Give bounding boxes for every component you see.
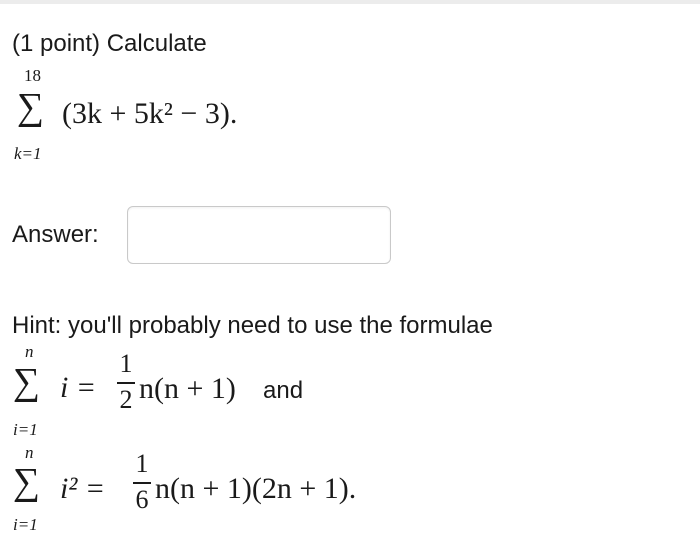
formula2-upper-limit: n bbox=[25, 443, 34, 462]
formula1-sigma-symbol: ∑ bbox=[13, 361, 41, 403]
problem-prefix: (1 point) Calculate bbox=[12, 30, 207, 57]
formula1-lhs: i = bbox=[60, 371, 97, 404]
formula2-rhs: n(n + 1)(2n + 1). bbox=[155, 472, 357, 505]
formula2-fraction-bar bbox=[133, 482, 151, 484]
formula1-connector: and bbox=[263, 377, 304, 404]
answer-label: Answer: bbox=[12, 221, 99, 248]
formula2-fraction-numerator: 1 bbox=[135, 449, 149, 478]
formula1-fraction-denominator: 2 bbox=[119, 385, 133, 414]
formula2-sigma-symbol: ∑ bbox=[13, 461, 41, 503]
formula2-lower-limit: i=1 bbox=[13, 515, 38, 534]
formula1-fraction-bar bbox=[117, 382, 135, 384]
top-divider bbox=[0, 0, 700, 4]
summand-expression: (3k + 5k² − 3). bbox=[62, 97, 238, 130]
sum-lower-limit: k=1 bbox=[14, 144, 42, 163]
formula1-lower-limit: i=1 bbox=[13, 420, 38, 439]
sigma-symbol: ∑ bbox=[17, 86, 45, 128]
sum-upper-limit: 18 bbox=[24, 66, 41, 85]
answer-field[interactable] bbox=[127, 206, 391, 264]
answer-input[interactable] bbox=[128, 207, 390, 263]
formula1-fraction-numerator: 1 bbox=[119, 349, 133, 378]
formula2-lhs: i² = bbox=[60, 472, 106, 505]
hint-text: Hint: you'll probably need to use the fo… bbox=[12, 312, 493, 339]
formula1-upper-limit: n bbox=[25, 342, 34, 361]
formula1-rhs: n(n + 1) bbox=[139, 372, 236, 405]
formula2-fraction-denominator: 6 bbox=[135, 485, 149, 514]
